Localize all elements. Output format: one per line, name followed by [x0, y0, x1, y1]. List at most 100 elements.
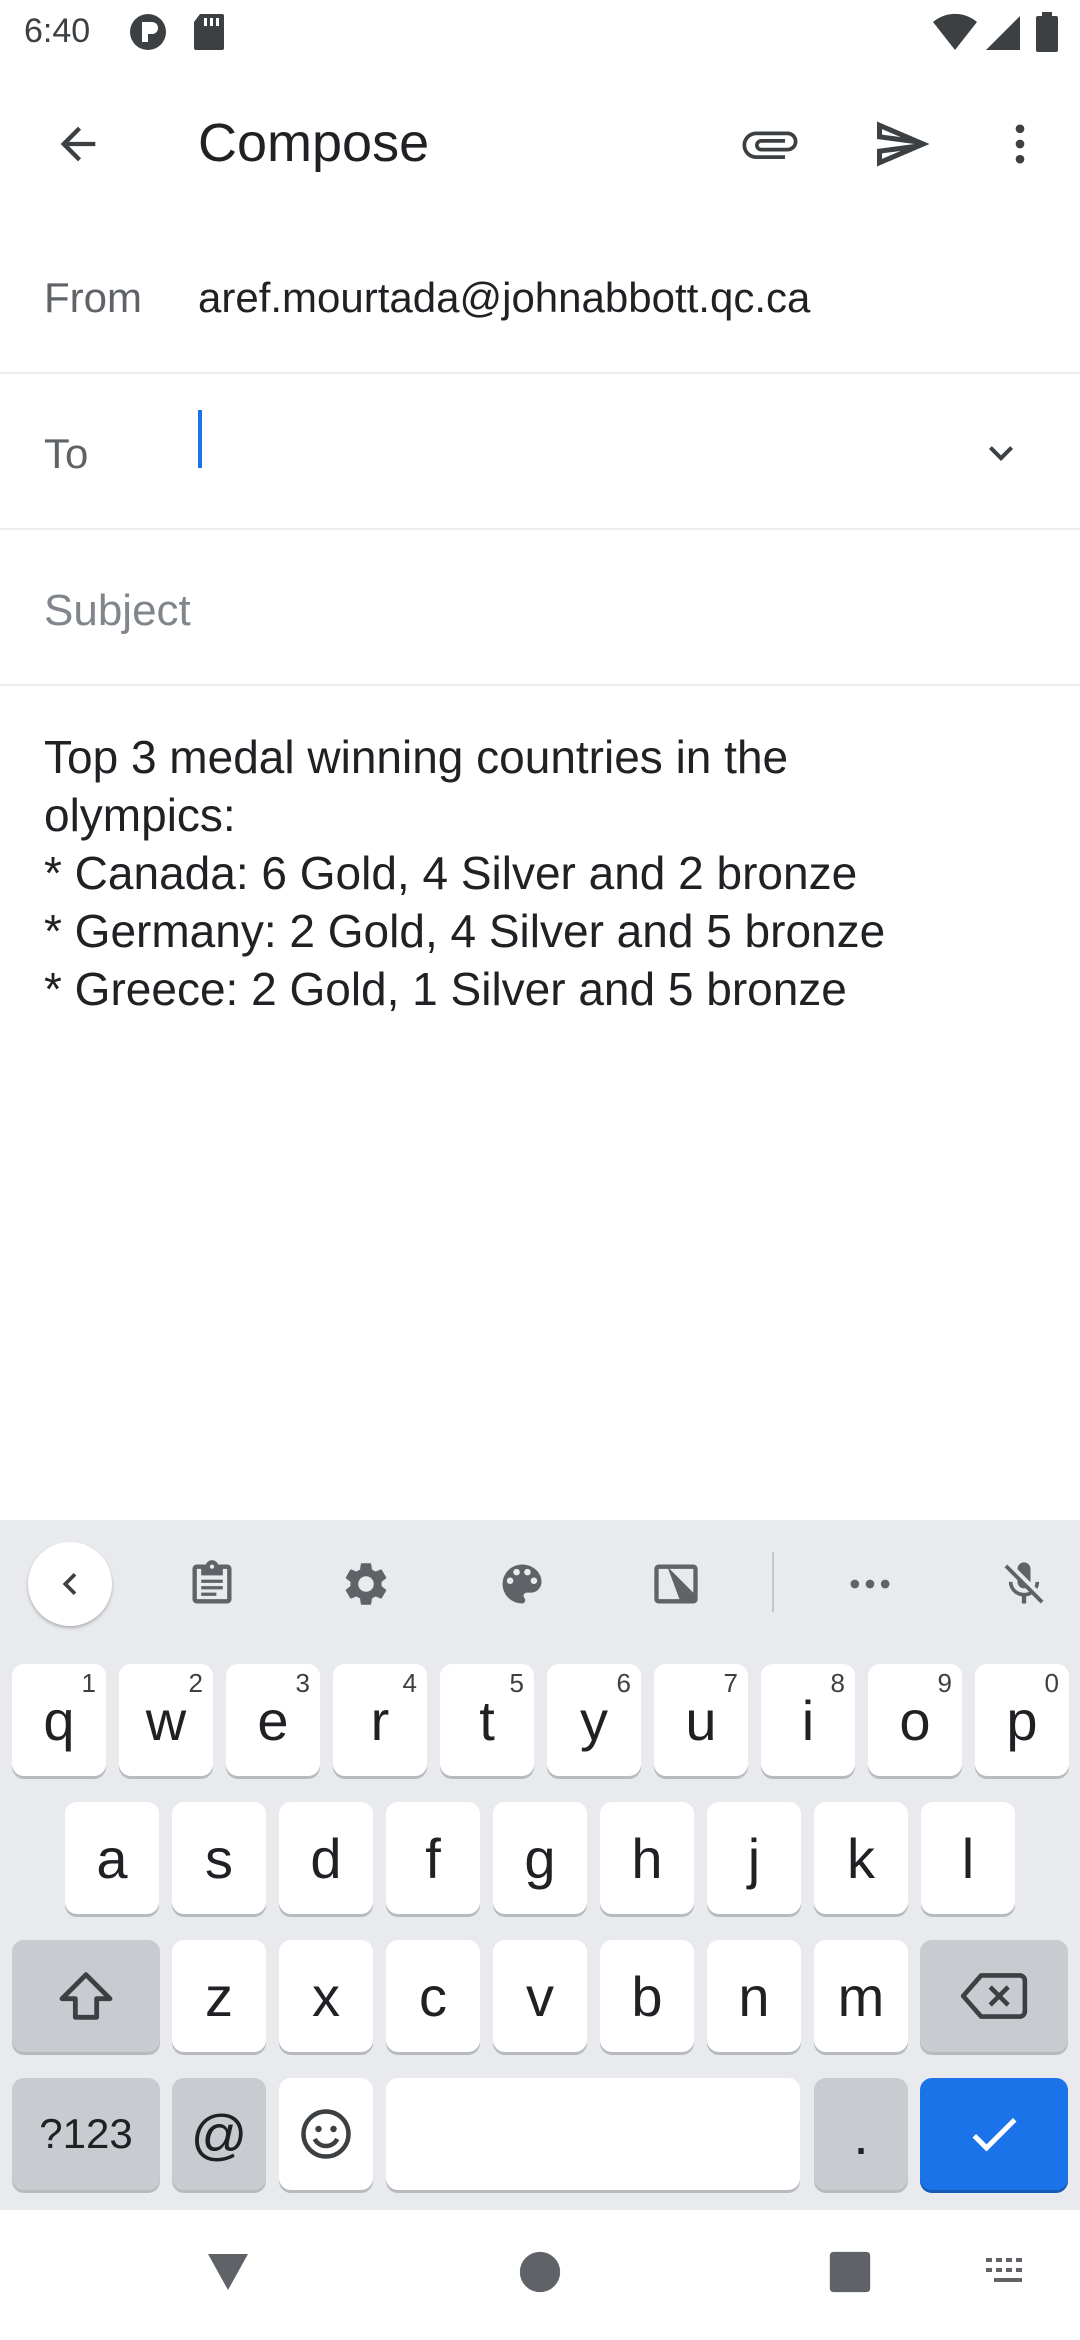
page-title: Compose: [198, 113, 430, 173]
back-arrow-icon[interactable]: [40, 106, 116, 182]
soft-keyboard: q1 w2 e3 r4 t5 y6 u7 i8 o9 p0 a s d f g …: [0, 1520, 1080, 2210]
body-line: * Canada: 6 Gold, 4 Silver and 2 bronze: [44, 847, 858, 899]
key-f[interactable]: f: [386, 1802, 480, 1914]
key-m[interactable]: m: [814, 1940, 908, 2052]
subject-input[interactable]: Subject: [44, 586, 191, 636]
key-hint: 0: [1044, 1668, 1059, 1698]
cell-signal-icon: [984, 12, 1022, 57]
from-label: From: [44, 274, 142, 321]
chevron-left-icon[interactable]: [28, 1542, 112, 1626]
key-hint: 7: [723, 1668, 738, 1698]
check-icon: [972, 2117, 1017, 2152]
key-u[interactable]: u7: [654, 1664, 748, 1776]
toolbar-divider: [772, 1552, 774, 1612]
key-label: r: [370, 1688, 390, 1752]
more-vert-icon[interactable]: [990, 106, 1050, 182]
key-s[interactable]: s: [172, 1802, 266, 1914]
to-field[interactable]: To: [0, 374, 1080, 530]
key-w[interactable]: w2: [119, 1664, 213, 1776]
emoji-key[interactable]: [279, 2078, 373, 2190]
key-hint: 3: [295, 1668, 310, 1698]
key-t[interactable]: t5: [440, 1664, 534, 1776]
key-e[interactable]: e3: [226, 1664, 320, 1776]
key-c[interactable]: c: [386, 1940, 480, 2052]
key-hint: 6: [616, 1668, 631, 1698]
sd-card-icon: [192, 12, 226, 57]
key-v[interactable]: v: [493, 1940, 587, 2052]
key-label: u: [685, 1688, 717, 1752]
key-hint: 9: [937, 1668, 952, 1698]
chevron-down-icon[interactable]: [966, 418, 1036, 488]
key-label: i: [801, 1688, 815, 1752]
key-label: p: [1006, 1688, 1038, 1752]
subject-field[interactable]: Subject: [0, 530, 1080, 686]
key-label: y: [580, 1688, 608, 1752]
body-line: * Greece: 2 Gold, 1 Silver and 5 bronze: [44, 963, 847, 1015]
home-circle-icon[interactable]: [508, 2240, 572, 2304]
mic-off-icon[interactable]: [982, 1542, 1066, 1626]
to-label: To: [44, 430, 89, 477]
key-d[interactable]: d: [279, 1802, 373, 1914]
text-cursor: [198, 410, 202, 468]
status-time: 6:40: [24, 12, 91, 50]
key-k[interactable]: k: [814, 1802, 908, 1914]
from-field[interactable]: From aref.mourtada@johnabbott.qc.ca: [0, 218, 1080, 374]
clipboard-icon[interactable]: [170, 1542, 254, 1626]
at-key[interactable]: @: [172, 2078, 266, 2190]
done-key[interactable]: [920, 2078, 1068, 2190]
wifi-icon: [932, 12, 978, 57]
key-o[interactable]: o9: [868, 1664, 962, 1776]
keyboard-switch-icon[interactable]: [976, 2240, 1040, 2304]
navigation-bar: [0, 2210, 1080, 2340]
key-h[interactable]: h: [600, 1802, 694, 1914]
key-q[interactable]: q1: [12, 1664, 106, 1776]
space-key[interactable]: [386, 2078, 800, 2190]
app-bar: Compose: [0, 68, 1080, 218]
body-line: Top 3 medal winning countries in the: [44, 731, 789, 783]
key-label: t: [479, 1688, 495, 1752]
back-triangle-icon[interactable]: [196, 2240, 260, 2304]
key-x[interactable]: x: [279, 1940, 373, 2052]
symbols-key[interactable]: ?123: [12, 2078, 160, 2190]
key-label: e: [257, 1688, 289, 1752]
recents-square-icon[interactable]: [818, 2240, 882, 2304]
key-n[interactable]: n: [707, 1940, 801, 2052]
key-hint: 2: [188, 1668, 203, 1698]
key-z[interactable]: z: [172, 1940, 266, 2052]
key-label: o: [899, 1688, 931, 1752]
key-hint: 1: [81, 1668, 96, 1698]
keyboard-toolbar: [0, 1520, 1080, 1644]
battery-icon: [1036, 12, 1058, 57]
more-horiz-icon[interactable]: [828, 1542, 912, 1626]
key-hint: 4: [402, 1668, 417, 1698]
body-line: * Germany: 2 Gold, 4 Silver and 5 bronze: [44, 905, 886, 957]
shift-icon: [59, 1972, 113, 2020]
key-p[interactable]: p0: [975, 1664, 1069, 1776]
backspace-icon: [960, 1973, 1028, 2019]
emoji-icon: [301, 2109, 351, 2159]
key-a[interactable]: a: [65, 1802, 159, 1914]
key-g[interactable]: g: [493, 1802, 587, 1914]
key-j[interactable]: j: [707, 1802, 801, 1914]
key-b[interactable]: b: [600, 1940, 694, 2052]
backspace-key[interactable]: [920, 1940, 1068, 2052]
send-icon[interactable]: [862, 106, 942, 182]
key-label: q: [43, 1688, 75, 1752]
attachment-icon[interactable]: [730, 106, 810, 182]
key-label: w: [145, 1688, 187, 1752]
key-l[interactable]: l: [921, 1802, 1015, 1914]
palette-icon[interactable]: [480, 1542, 564, 1626]
settings-icon[interactable]: [324, 1542, 408, 1626]
key-hint: 5: [509, 1668, 524, 1698]
from-address[interactable]: aref.mourtada@johnabbott.qc.ca: [198, 274, 810, 322]
status-bar: 6:40: [0, 0, 1080, 68]
key-hint: 8: [830, 1668, 845, 1698]
key-r[interactable]: r4: [333, 1664, 427, 1776]
shift-key[interactable]: [12, 1940, 160, 2052]
key-y[interactable]: y6: [547, 1664, 641, 1776]
period-key[interactable]: .: [814, 2078, 908, 2190]
one-handed-icon[interactable]: [634, 1542, 718, 1626]
key-i[interactable]: i8: [761, 1664, 855, 1776]
message-body[interactable]: Top 3 medal winning countries in the oly…: [44, 728, 1044, 1018]
app-notification-icon: [128, 12, 168, 57]
